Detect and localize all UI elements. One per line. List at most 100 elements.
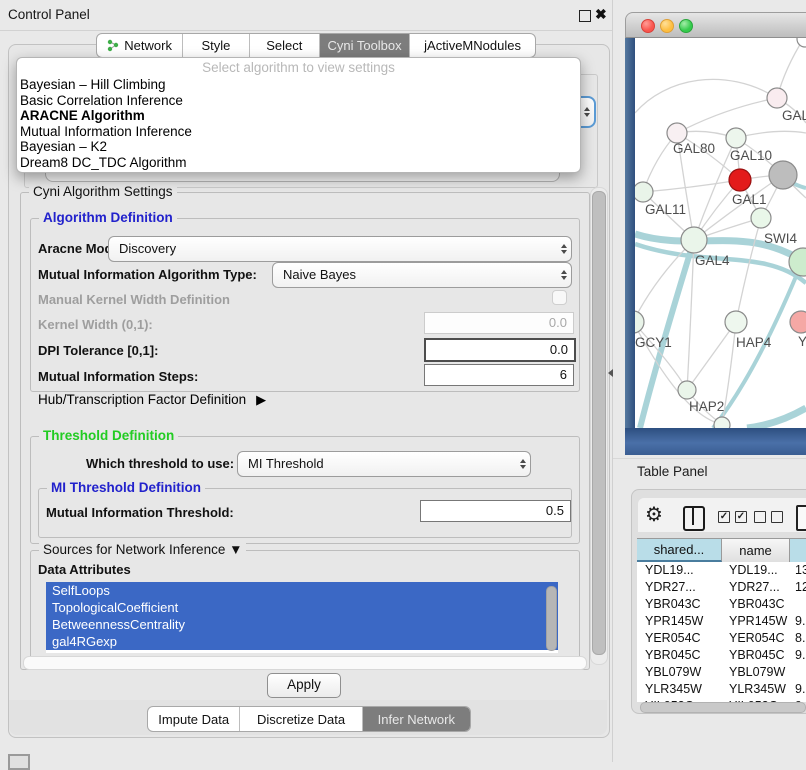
close-traffic-light[interactable] (641, 19, 655, 33)
tab-infer-network[interactable]: Infer Network (362, 707, 470, 731)
table-row[interactable]: YBR043CYBR043C (637, 596, 806, 613)
node-bottom[interactable] (714, 417, 730, 428)
dropdown-item[interactable]: Dream8 DC_TDC Algorithm (17, 155, 580, 171)
table-hscrollbar-thumb[interactable] (640, 702, 806, 713)
tab-impute-data[interactable]: Impute Data (148, 707, 239, 731)
tab-discretize-data[interactable]: Discretize Data (239, 707, 361, 731)
svg-text:GAL1: GAL1 (732, 192, 767, 207)
mi-type-combo[interactable]: Naive Bayes (272, 262, 572, 288)
combo-spinner[interactable] (520, 459, 526, 469)
mi-threshold-field[interactable]: 0.5 (420, 500, 571, 522)
tab-network[interactable]: Network (97, 34, 182, 57)
table-row[interactable]: YPR145WYPR145W9. (637, 613, 806, 630)
table-panel-divider (613, 458, 806, 459)
table-row[interactable]: YER054CYER054C8. (637, 630, 806, 647)
combo-spinner[interactable] (561, 244, 567, 254)
column-header-name[interactable]: name (722, 539, 790, 562)
combo-spinner[interactable] (584, 107, 590, 117)
dropdown-item[interactable]: Bayesian – Hill Climbing (17, 77, 580, 93)
hub-definition-toggle[interactable]: Hub/Transcription Factor Definition▶ (38, 392, 266, 408)
manual-kernel-checkbox[interactable] (552, 290, 567, 305)
list-item[interactable]: SelfLoops (46, 582, 558, 599)
node-gal4[interactable] (681, 227, 707, 253)
list-item[interactable]: BetweennessCentrality (46, 616, 558, 633)
checkbox-unchecked-icon[interactable] (771, 511, 783, 523)
svg-text:GAL10: GAL10 (730, 148, 772, 163)
combo-spinner[interactable] (561, 270, 567, 280)
aracne-mode-combo[interactable]: Discovery (108, 236, 572, 262)
table-row[interactable]: YDR27...YDR27...12 (637, 579, 806, 596)
svg-text:GAL4: GAL4 (695, 253, 730, 268)
table-row[interactable]: YDL19...YDL19...13 (637, 562, 806, 579)
which-threshold-combo[interactable]: MI Threshold (237, 451, 531, 477)
control-panel-title: Control Panel (8, 7, 90, 22)
svg-text:HAP2: HAP2 (689, 399, 724, 414)
node-salmon[interactable] (790, 311, 806, 333)
dropdown-placeholder: Select algorithm to view settings (17, 58, 580, 77)
column-header-partial[interactable] (790, 539, 806, 562)
file-icon[interactable] (796, 505, 806, 531)
node-hap2[interactable] (678, 381, 696, 399)
checkbox-checked-icon[interactable] (718, 511, 730, 523)
tab-select[interactable]: Select (249, 34, 319, 57)
gear-icon[interactable]: ⚙ (645, 503, 663, 527)
float-window-icon[interactable] (579, 10, 591, 22)
columns-icon[interactable] (683, 506, 705, 531)
tab-style[interactable]: Style (182, 34, 248, 57)
table-row[interactable]: YLR345WYLR345W9. (637, 681, 806, 698)
splitter-collapse-icon[interactable] (608, 369, 613, 377)
mi-steps-field[interactable]: 6 (424, 364, 574, 386)
node-gal11[interactable] (635, 182, 653, 202)
dropdown-item[interactable]: Bayesian – K2 (17, 139, 580, 155)
control-panel-tabbar: Network Style Select Cyni Toolbox jActiv… (96, 33, 536, 58)
svg-text:SWI4: SWI4 (764, 231, 797, 246)
table-row[interactable]: YBL079WYBL079W (637, 664, 806, 681)
settings-scrollbar-thumb[interactable] (592, 191, 606, 655)
dropdown-item[interactable]: Mutual Information Inference (17, 124, 580, 140)
node-gray[interactable] (769, 161, 797, 189)
network-view-canvas[interactable]: GAL GAL80 GAL10 GAL1 GAL11 SWI4 GAL4 GCY… (635, 38, 806, 428)
mi-threshold-definition-title: MI Threshold Definition (47, 480, 205, 495)
data-attributes-list: SelfLoops TopologicalCoefficient Between… (46, 582, 558, 653)
algorithm-dropdown-popup: Select algorithm to view settings Bayesi… (16, 57, 581, 173)
node-partial[interactable] (797, 38, 806, 47)
apply-button[interactable]: Apply (267, 673, 341, 698)
table-header-row: shared... name (637, 538, 806, 563)
settings-hscrollbar-track[interactable] (23, 656, 587, 670)
dpi-tolerance-field[interactable]: 0.0 (424, 338, 576, 362)
list-item[interactable]: TopologicalCoefficient (46, 599, 558, 616)
kernel-width-field[interactable]: 0.0 (424, 312, 574, 334)
svg-text:Y: Y (798, 334, 806, 349)
node-gal80[interactable] (667, 123, 687, 143)
attributes-scrollbar-thumb[interactable] (546, 586, 557, 651)
dpi-tolerance-label: DPI Tolerance [0,1]: (38, 343, 158, 358)
control-panel-titlebar (0, 0, 612, 31)
collapsed-panel-icon[interactable] (8, 754, 30, 770)
table-row[interactable]: YBR045CYBR045C9. (637, 647, 806, 664)
network-icon (107, 39, 120, 52)
checkbox-checked-icon[interactable] (735, 511, 747, 523)
node-pink[interactable] (767, 88, 787, 108)
collapse-arrow-icon: ▼ (229, 542, 242, 557)
svg-text:GAL11: GAL11 (645, 202, 686, 217)
close-icon[interactable]: ✖ (595, 6, 607, 23)
sources-title[interactable]: Sources for Network Inference ▼ (39, 542, 246, 557)
tab-jactivemnodules[interactable]: jActiveMNodules (409, 34, 535, 57)
manual-kernel-label: Manual Kernel Width Definition (38, 292, 230, 307)
column-header-shared[interactable]: shared... (637, 539, 722, 562)
dropdown-item-highlighted[interactable]: ARACNE Algorithm (17, 108, 580, 124)
node-gcy1[interactable] (635, 311, 644, 333)
network-window-frame-bottom (625, 428, 806, 455)
node-gal1-red[interactable] (729, 169, 751, 191)
node-hap4[interactable] (725, 311, 747, 333)
tab-cyni-toolbox[interactable]: Cyni Toolbox (319, 34, 409, 57)
node-swi4[interactable] (751, 208, 771, 228)
zoom-traffic-light[interactable] (679, 19, 693, 33)
checkbox-unchecked-icon[interactable] (754, 511, 766, 523)
list-item[interactable]: gal4RGexp (46, 633, 558, 650)
node-gal10[interactable] (726, 128, 746, 148)
svg-text:HAP4: HAP4 (736, 335, 772, 350)
data-attributes-label: Data Attributes (38, 562, 131, 577)
dropdown-item[interactable]: Basic Correlation Inference (17, 93, 580, 109)
minimize-traffic-light[interactable] (660, 19, 674, 33)
